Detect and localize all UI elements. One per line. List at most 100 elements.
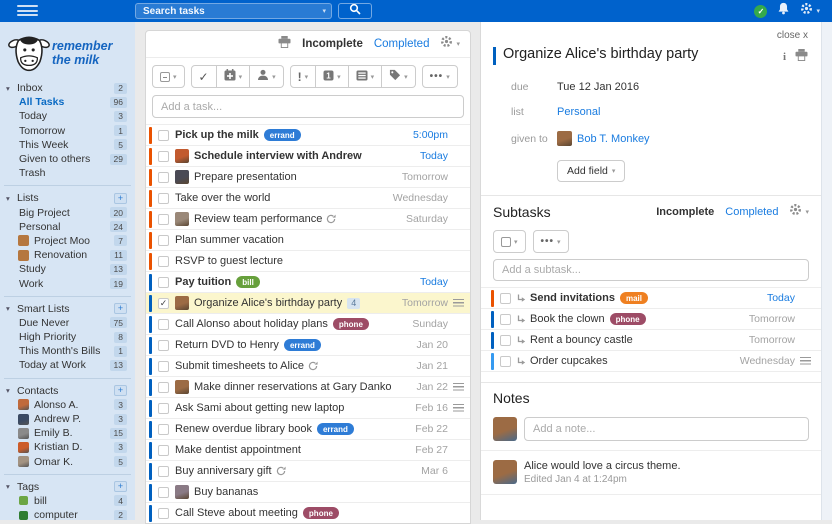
task-row[interactable]: ✓Organize Alice's birthday party4Tomorro… — [146, 293, 470, 314]
task-row[interactable]: Pay tuitionbillToday — [146, 272, 470, 293]
sidebar-item-omar-k[interactable]: Omar K.5 — [0, 455, 135, 469]
search-box[interactable]: ▾ — [135, 3, 332, 19]
given-to-value-link[interactable]: Bob T. Monkey — [557, 131, 650, 146]
select-tasks-button[interactable]: ▾ — [152, 65, 185, 88]
tag-pill-errand[interactable]: errand — [264, 129, 301, 141]
sidebar-item-high-priority[interactable]: High Priority8 — [0, 330, 135, 344]
task-checkbox[interactable] — [158, 214, 169, 225]
sidebar-item-work[interactable]: Work19 — [0, 276, 135, 290]
sidebar-item-personal[interactable]: Personal24 — [0, 220, 135, 234]
collapse-caret-icon[interactable]: ▾ — [6, 304, 16, 313]
info-icon[interactable]: i — [783, 51, 786, 63]
task-checkbox[interactable] — [158, 172, 169, 183]
assign-task-button[interactable]: ▾ — [250, 65, 284, 88]
task-checkbox[interactable] — [500, 356, 511, 367]
task-checkbox[interactable] — [500, 335, 511, 346]
note-item[interactable]: Alice would love a circus theme. Edited … — [481, 450, 821, 495]
sidebar-item-bill[interactable]: bill4 — [0, 494, 135, 508]
task-row[interactable]: RSVP to guest lecture — [146, 251, 470, 272]
tag-pill-mail[interactable]: mail — [620, 292, 648, 304]
add-task-input[interactable] — [152, 95, 464, 118]
due-date-value[interactable]: Tue 12 Jan 2016 — [557, 81, 639, 93]
task-row[interactable]: Plan summer vacation — [146, 230, 470, 251]
subtask-more-actions-button[interactable]: ••• ▾ — [533, 230, 569, 253]
move-to-list-button[interactable]: ▾ — [349, 65, 383, 88]
sidebar-item-kristian-d[interactable]: Kristian D.3 — [0, 440, 135, 454]
add-note-input[interactable] — [524, 417, 809, 441]
sidebar-section-smart-lists[interactable]: ▾Smart Lists+ — [0, 302, 135, 316]
sidebar-item-given-to-others[interactable]: Given to others29 — [0, 152, 135, 166]
close-panel-button[interactable]: close x — [777, 30, 808, 41]
task-checkbox[interactable] — [158, 487, 169, 498]
add-contacts-button[interactable]: + — [114, 385, 127, 396]
sidebar-item-big-project[interactable]: Big Project20 — [0, 206, 135, 220]
task-row[interactable]: Ask Sami about getting new laptopFeb 16 — [146, 398, 470, 419]
sidebar-item-project-moo[interactable]: Project Moo7 — [0, 234, 135, 248]
task-checkbox[interactable] — [158, 277, 169, 288]
task-checkbox[interactable] — [158, 319, 169, 330]
task-row[interactable]: Prepare presentationTomorrow — [146, 167, 470, 188]
search-button[interactable] — [338, 3, 372, 19]
tab-completed[interactable]: Completed — [374, 38, 430, 50]
sync-status-icon[interactable]: ✓ — [754, 5, 767, 18]
sidebar-item-this-week[interactable]: This Week5 — [0, 138, 135, 152]
tag-pill-bill[interactable]: bill — [236, 276, 260, 288]
sidebar-item-trash[interactable]: Trash — [0, 166, 135, 180]
task-checkbox[interactable] — [158, 445, 169, 456]
tag-pill-phone[interactable]: phone — [333, 318, 369, 330]
add-smart-lists-button[interactable]: + — [114, 303, 127, 314]
task-row[interactable]: Make dinner reservations at Gary DankoJa… — [146, 377, 470, 398]
task-checkbox[interactable] — [158, 256, 169, 267]
subtask-row[interactable]: Rent a bouncy castleTomorrow — [481, 330, 821, 351]
task-checkbox[interactable] — [500, 314, 511, 325]
sidebar-item-study[interactable]: Study13 — [0, 262, 135, 276]
collapse-caret-icon[interactable]: ▾ — [6, 194, 16, 203]
task-row[interactable]: Call Steve about meetingphone — [146, 503, 470, 524]
add-lists-button[interactable]: + — [114, 193, 127, 204]
task-checkbox[interactable] — [158, 382, 169, 393]
task-row[interactable]: Submit timesheets to AliceJan 21 — [146, 356, 470, 377]
search-options-caret-icon[interactable]: ▾ — [322, 7, 326, 15]
postpone-button[interactable]: 1 ▾ — [316, 65, 349, 88]
task-checkbox[interactable]: ✓ — [158, 298, 169, 309]
notifications-bell-icon[interactable] — [777, 2, 790, 20]
task-checkbox[interactable] — [158, 424, 169, 435]
subtask-row[interactable]: Book the clownphoneTomorrow — [481, 309, 821, 330]
select-subtasks-button[interactable]: ▾ — [493, 230, 526, 253]
tag-pill-errand[interactable]: errand — [317, 423, 354, 435]
task-checkbox[interactable] — [500, 293, 511, 304]
task-checkbox[interactable] — [158, 508, 169, 519]
task-row[interactable]: Buy bananas — [146, 482, 470, 503]
task-row[interactable]: Renew overdue library bookerrandFeb 22 — [146, 419, 470, 440]
sidebar-section-lists[interactable]: ▾Lists+ — [0, 191, 135, 205]
task-row[interactable]: Buy anniversary giftMar 6 — [146, 461, 470, 482]
task-row[interactable]: Take over the worldWednesday — [146, 188, 470, 209]
tag-pill-phone[interactable]: phone — [610, 313, 646, 325]
list-settings-menu[interactable]: ▾ — [440, 35, 460, 53]
task-checkbox[interactable] — [158, 403, 169, 414]
task-row[interactable]: Pick up the milkerrand5:00pm — [146, 125, 470, 146]
set-priority-button[interactable]: ! ▾ — [290, 65, 317, 88]
list-value-link[interactable]: Personal — [557, 106, 600, 118]
subtasks-tab-completed[interactable]: Completed — [725, 206, 778, 218]
task-checkbox[interactable] — [158, 340, 169, 351]
task-checkbox[interactable] — [158, 193, 169, 204]
add-tags-button[interactable]: + — [114, 481, 127, 492]
task-row[interactable]: Make dentist appointmentFeb 27 — [146, 440, 470, 461]
sidebar-item-emily-b[interactable]: Emily B.15 — [0, 426, 135, 440]
settings-menu[interactable]: ▾ — [800, 2, 820, 20]
sidebar-item-renovation[interactable]: Renovation11 — [0, 248, 135, 262]
search-input[interactable] — [141, 5, 318, 18]
more-actions-button[interactable]: ••• ▾ — [422, 65, 458, 88]
task-checkbox[interactable] — [158, 235, 169, 246]
subtasks-settings-menu[interactable]: ▾ — [789, 203, 809, 221]
add-tag-button[interactable]: ▾ — [382, 65, 416, 88]
print-icon[interactable] — [795, 48, 808, 66]
sidebar-item-today[interactable]: Today3 — [0, 109, 135, 123]
collapse-caret-icon[interactable]: ▾ — [6, 84, 16, 93]
task-title[interactable]: Organize Alice's birthday party — [503, 46, 783, 62]
subtask-row[interactable]: Send invitationsmailToday — [481, 288, 821, 309]
set-due-date-button[interactable]: ▾ — [217, 65, 251, 88]
subtasks-tab-incomplete[interactable]: Incomplete — [656, 206, 714, 218]
add-field-button[interactable]: Add field ▾ — [557, 160, 625, 182]
